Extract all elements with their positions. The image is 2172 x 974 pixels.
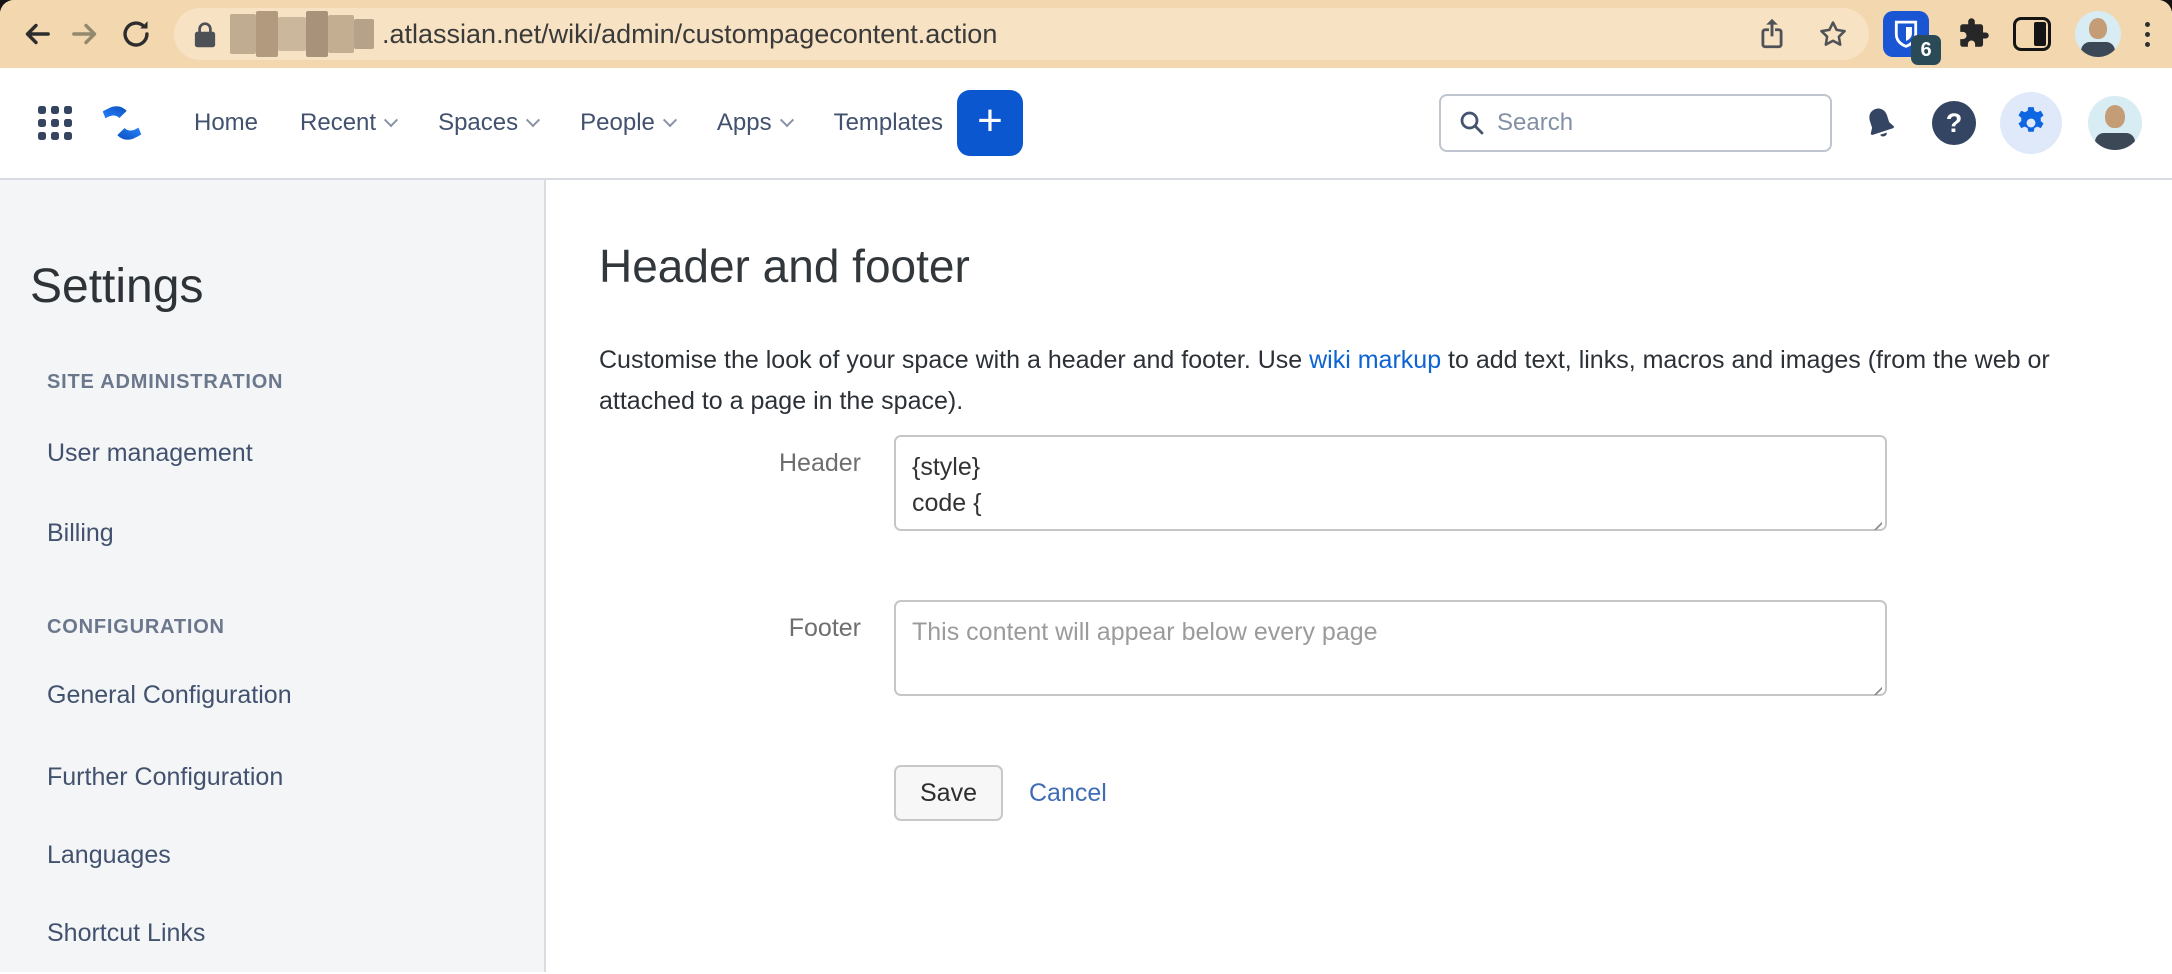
settings-sidebar: Settings SITE ADMINISTRATION User manage… <box>0 180 546 972</box>
sidebar-item-billing[interactable]: Billing <box>47 518 544 548</box>
notifications-bell-icon[interactable] <box>1862 105 1898 141</box>
sidebar-item-user-management[interactable]: User management <box>47 438 544 468</box>
sidebar-title: Settings <box>30 260 204 313</box>
share-icon[interactable] <box>1757 17 1787 51</box>
forward-button[interactable] <box>68 16 104 52</box>
side-panel-icon[interactable] <box>2013 17 2051 51</box>
avatar-head <box>2105 105 2125 128</box>
redacted-site-name <box>230 10 374 58</box>
search-icon <box>1460 111 1484 135</box>
avatar-body <box>2095 133 2135 150</box>
url-text: .atlassian.net/wiki/admin/custompagecont… <box>382 18 998 49</box>
cancel-link[interactable]: Cancel <box>1029 779 1107 808</box>
wiki-markup-link[interactable]: wiki markup <box>1309 346 1441 374</box>
chevron-down-icon <box>779 113 794 128</box>
browser-menu-icon[interactable] <box>2145 21 2150 47</box>
sidebar-item-general-configuration[interactable]: General Configuration <box>47 680 544 710</box>
nav-item-apps[interactable]: Apps <box>717 109 794 137</box>
back-button[interactable] <box>18 16 54 52</box>
extensions-puzzle-icon[interactable] <box>1955 16 1991 52</box>
footer-textarea[interactable] <box>894 600 1887 696</box>
help-icon[interactable]: ? <box>1932 101 1976 145</box>
header-field-label: Header <box>779 449 861 477</box>
chevron-down-icon <box>526 113 541 128</box>
chevron-down-icon <box>662 113 677 128</box>
reload-button[interactable] <box>118 16 154 52</box>
section-header-site-administration: SITE ADMINISTRATION <box>47 371 284 393</box>
nav-item-templates[interactable]: Templates <box>834 109 943 137</box>
create-button[interactable]: + <box>956 90 1023 156</box>
header-footer-form: Header {style} code { Footer Save Cance <box>599 435 2172 821</box>
extension-badge: 6 <box>1911 35 1941 65</box>
avatar-head <box>2089 18 2107 39</box>
address-bar[interactable]: .atlassian.net/wiki/admin/custompagecont… <box>174 8 1869 60</box>
app-switcher-icon[interactable] <box>38 106 72 140</box>
user-profile-avatar[interactable] <box>2088 96 2142 150</box>
page-description: Customise the look of your space with a … <box>599 346 2050 415</box>
search-input[interactable] <box>1497 109 1818 137</box>
save-button[interactable]: Save <box>894 765 1003 821</box>
bookmark-star-icon[interactable] <box>1817 18 1849 50</box>
sidebar-item-shortcut-links[interactable]: Shortcut Links <box>47 918 544 948</box>
sidebar-item-languages[interactable]: Languages <box>47 840 544 870</box>
header-textarea[interactable]: {style} code { <box>894 435 1887 531</box>
nav-item-recent[interactable]: Recent <box>300 109 399 137</box>
search-box[interactable] <box>1439 94 1832 152</box>
browser-window: .atlassian.net/wiki/admin/custompagecont… <box>0 0 2172 974</box>
browser-profile-avatar[interactable] <box>2075 11 2121 57</box>
nav-item-spaces[interactable]: Spaces <box>438 109 541 137</box>
settings-gear-icon[interactable] <box>2000 92 2062 154</box>
confluence-logo-icon[interactable] <box>100 101 144 145</box>
page-title: Header and footer <box>599 240 970 292</box>
nav-item-home[interactable]: Home <box>194 109 258 137</box>
section-header-configuration: CONFIGURATION <box>47 616 225 638</box>
bitwarden-extension-icon[interactable]: 6 <box>1883 11 1941 65</box>
avatar-body <box>2081 42 2115 57</box>
lock-icon <box>194 21 216 47</box>
footer-field-label: Footer <box>788 614 861 642</box>
chevron-down-icon <box>384 113 399 128</box>
sidebar-item-further-configuration[interactable]: Further Configuration <box>47 762 544 792</box>
main-panel: Header and footer Customise the look of … <box>546 180 2172 972</box>
confluence-navbar: Home Recent Spaces People Apps Templates… <box>0 68 2172 180</box>
browser-toolbar: .atlassian.net/wiki/admin/custompagecont… <box>0 0 2172 68</box>
plus-icon: + <box>977 96 1003 145</box>
nav-item-people[interactable]: People <box>580 109 677 137</box>
